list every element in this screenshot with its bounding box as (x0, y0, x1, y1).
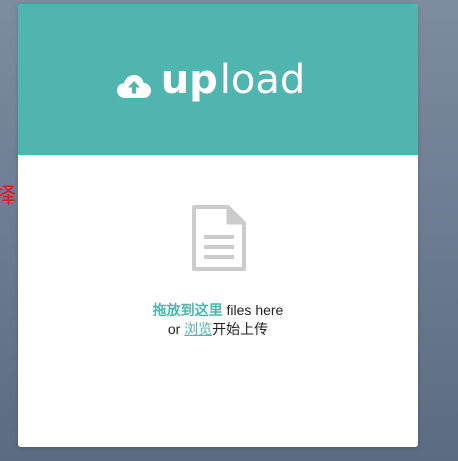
drop-line-1-rest: files here (222, 302, 284, 318)
cloud-upload-icon (116, 67, 151, 98)
upload-card: up load 拖放到这里 files here or 浏览开始上传 (18, 4, 418, 447)
drop-zone[interactable]: 拖放到这里 files here or 浏览开始上传 (18, 155, 418, 447)
document-icon (190, 205, 246, 271)
title-load: load (219, 56, 306, 103)
drop-highlight: 拖放到这里 (152, 302, 223, 318)
title-up: up (160, 56, 218, 103)
side-text-fragment: 择 (0, 184, 17, 209)
browse-link[interactable]: 浏览 (184, 321, 212, 337)
upload-title: up load (116, 56, 306, 103)
drop-line-2: or 浏览开始上传 (18, 320, 418, 339)
upload-header: up load (18, 4, 418, 155)
drop-line-1: 拖放到这里 files here (18, 301, 418, 320)
drop-instructions: 拖放到这里 files here or 浏览开始上传 (18, 301, 418, 339)
browse-prefix: or (167, 321, 185, 337)
browse-suffix: 开始上传 (212, 321, 269, 337)
